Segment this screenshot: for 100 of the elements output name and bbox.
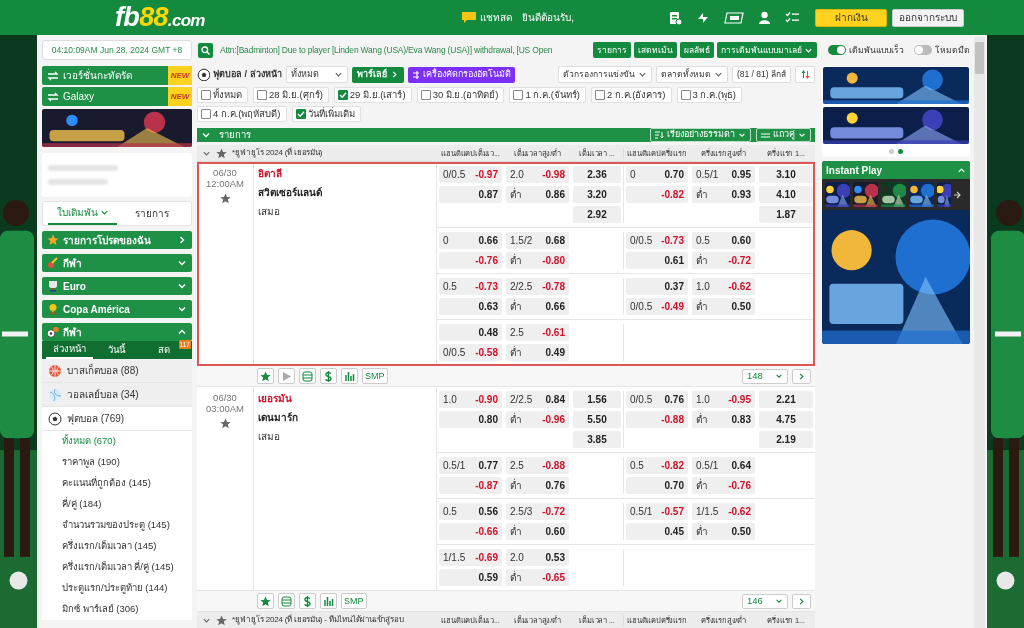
tool-button[interactable] xyxy=(257,368,274,385)
logo[interactable]: fb88.com xyxy=(115,4,205,31)
odds-cell[interactable]: 1.0 -0.62 xyxy=(692,278,755,296)
odds-cell[interactable]: 2.92 xyxy=(573,206,621,224)
league-count[interactable]: (81 / 81) ลีกส์ xyxy=(731,66,791,83)
odds-cell[interactable]: -0.88 xyxy=(626,411,688,429)
market-item[interactable]: คี่/คู่ (184) xyxy=(42,494,192,515)
match-row[interactable] xyxy=(197,162,815,367)
date-checkbox[interactable]: 1 ก.ค.(จันทร์) xyxy=(509,87,586,103)
auto-filter-button[interactable]: เครื่องคัดกรองอัตโนมัติ xyxy=(407,66,515,83)
odds-cell[interactable]: 2/2.5 -0.78 xyxy=(506,278,569,296)
odds-cell[interactable]: 0.5 -0.82 xyxy=(626,457,688,475)
more-markets-dropdown[interactable]: 148 xyxy=(742,368,788,384)
sort-dropdown[interactable]: เรียงอย่างธรรมดา xyxy=(650,128,751,143)
filter-dropdown[interactable]: ตลาดทั้งหมด xyxy=(655,66,728,83)
sport-item[interactable]: บาสเก็ตบอล (88) xyxy=(42,359,192,383)
tool-button[interactable] xyxy=(278,593,295,610)
odds-cell[interactable]: 0/0.5 0.76 xyxy=(626,391,688,409)
sort-button[interactable] xyxy=(795,66,815,83)
odds-cell[interactable]: 2.0 -0.98 xyxy=(506,166,569,184)
odds-cell[interactable]: ต่ำ 0.50 xyxy=(692,298,755,316)
odds-cell[interactable]: 2.5/3 -0.72 xyxy=(506,503,569,521)
sport-item[interactable]: วอลเลย์บอล (34) xyxy=(42,383,192,407)
odds-cell[interactable]: 0.63 xyxy=(439,298,502,316)
odds-cell[interactable]: 0/0.5 -0.73 xyxy=(626,232,688,250)
market-item[interactable]: มิกซ์ พาร์เลย์ (306) xyxy=(42,599,192,620)
date-checkbox[interactable]: 4 ก.ค.(พฤหัสบดี) xyxy=(197,106,287,122)
market-item[interactable]: ประตูแรก/ประตูท้าย (144) xyxy=(42,578,192,599)
version-button[interactable]: เวอร์ชั่นกะทัดรัด NEW xyxy=(42,66,192,85)
odds-cell[interactable]: -0.82 xyxy=(626,186,688,204)
odds-cell[interactable]: ต่ำ 0.49 xyxy=(506,344,569,362)
odds-cell[interactable]: 0.61 xyxy=(626,252,688,270)
date-checkbox[interactable]: 29 มิ.ย.(เสาร์) xyxy=(333,87,412,103)
tool-button[interactable] xyxy=(341,368,358,385)
next-button[interactable] xyxy=(792,593,811,609)
logout-button[interactable]: ออกจากระบบ xyxy=(892,8,964,27)
filter-dropdown[interactable]: ตัวกรองการแข่งขัน xyxy=(557,66,652,83)
odds-cell[interactable]: 0.5 0.60 xyxy=(692,232,755,250)
date-checkbox[interactable]: วันที่เพิ่มเติม xyxy=(291,106,361,122)
version-button[interactable]: Galaxy NEW xyxy=(42,87,192,106)
market-item[interactable]: ราคาพูล (190) xyxy=(42,452,192,473)
tool-button[interactable] xyxy=(257,593,274,610)
chat-link[interactable]: แชทสด xyxy=(480,10,513,25)
sidebar-tab[interactable]: ใบเดิมพัน xyxy=(48,202,117,225)
ticket-icon[interactable] xyxy=(724,11,744,24)
tool-button[interactable] xyxy=(320,593,337,610)
odds-cell[interactable]: 0.87 xyxy=(439,186,502,204)
odds-cell[interactable]: ต่ำ 0.60 xyxy=(506,523,569,541)
odds-cell[interactable]: ต่ำ -0.72 xyxy=(692,252,755,270)
sidebar-section[interactable]: กีฬา xyxy=(42,254,192,272)
match-row[interactable] xyxy=(197,387,815,592)
date-checkbox[interactable]: ทั้งหมด xyxy=(197,87,248,103)
odds-cell[interactable]: 0.5 0.56 xyxy=(439,503,502,521)
odds-cell[interactable]: ต่ำ 0.86 xyxy=(506,186,569,204)
odds-cell[interactable]: 0.48 xyxy=(439,324,502,342)
nav-button[interactable]: เสตทเม้น xyxy=(634,42,677,58)
more-markets-dropdown[interactable]: 146 xyxy=(742,593,788,609)
instant-play-header[interactable]: Instant Play xyxy=(822,161,970,179)
date-checkbox[interactable]: 28 มิ.ย.(ศุกร์) xyxy=(253,87,329,103)
deposit-button[interactable]: ฝากเงิน xyxy=(815,8,887,27)
tool-button[interactable] xyxy=(299,593,316,610)
odds-cell[interactable]: -0.66 xyxy=(439,523,502,541)
favorite-star-icon[interactable] xyxy=(219,418,231,430)
market-item[interactable]: คะแนนที่ถูกต้อง (145) xyxy=(42,473,192,494)
sport-tab[interactable]: วันนี้ xyxy=(93,341,141,359)
odds-cell[interactable]: ต่ำ 0.83 xyxy=(692,411,755,429)
odds-cell[interactable]: ต่ำ 0.66 xyxy=(506,298,569,316)
odds-cell[interactable]: 0/0.5 -0.97 xyxy=(439,166,502,184)
user-icon[interactable] xyxy=(758,10,771,25)
odds-cell[interactable]: ต่ำ 0.76 xyxy=(506,477,569,495)
odds-cell[interactable]: 0.5/1 0.64 xyxy=(692,457,755,475)
odds-cell[interactable]: 2.21 xyxy=(759,391,813,409)
odds-cell[interactable]: 0.37 xyxy=(626,278,688,296)
date-checkbox[interactable]: 30 มิ.ย.(อาทิตย์) xyxy=(416,87,505,103)
odds-cell[interactable]: 4.75 xyxy=(759,411,813,429)
odds-cell[interactable]: 0.5/1 0.77 xyxy=(439,457,502,475)
market-item[interactable]: ทั้งหมด (670) xyxy=(42,431,192,452)
tool-button[interactable] xyxy=(299,368,316,385)
odds-cell[interactable]: 0 0.66 xyxy=(439,232,502,250)
odds-cell[interactable]: 5.50 xyxy=(573,411,621,429)
odds-cell[interactable]: 1.5/2 0.68 xyxy=(506,232,569,250)
odds-cell[interactable]: -0.76 xyxy=(439,252,502,270)
sidebar-section[interactable]: รายการโปรดของฉัน xyxy=(42,231,192,249)
tool-button[interactable] xyxy=(278,368,295,385)
odds-cell[interactable]: 1/1.5 -0.69 xyxy=(439,549,502,567)
odds-cell[interactable]: ต่ำ -0.76 xyxy=(692,477,755,495)
odds-cell[interactable]: 2.5 -0.88 xyxy=(506,457,569,475)
sidebar-section[interactable]: Euro xyxy=(42,277,192,295)
odds-cell[interactable]: 2/2.5 0.84 xyxy=(506,391,569,409)
smp-button[interactable]: SMP xyxy=(341,593,367,610)
odds-cell[interactable]: 0/0.5 -0.49 xyxy=(626,298,688,316)
odds-cell[interactable]: 0.5/1 -0.57 xyxy=(626,503,688,521)
odds-cell[interactable]: 2.5 -0.61 xyxy=(506,324,569,342)
nav-button[interactable]: ผลลัพธ์ xyxy=(680,42,714,58)
tool-button[interactable] xyxy=(320,368,337,385)
odds-cell[interactable]: ต่ำ 0.93 xyxy=(692,186,755,204)
odds-cell[interactable]: 0.59 xyxy=(439,569,502,587)
odds-cell[interactable]: 0 0.70 xyxy=(626,166,688,184)
odds-cell[interactable]: 0.70 xyxy=(626,477,688,495)
odds-cell[interactable]: ต่ำ 0.50 xyxy=(692,523,755,541)
